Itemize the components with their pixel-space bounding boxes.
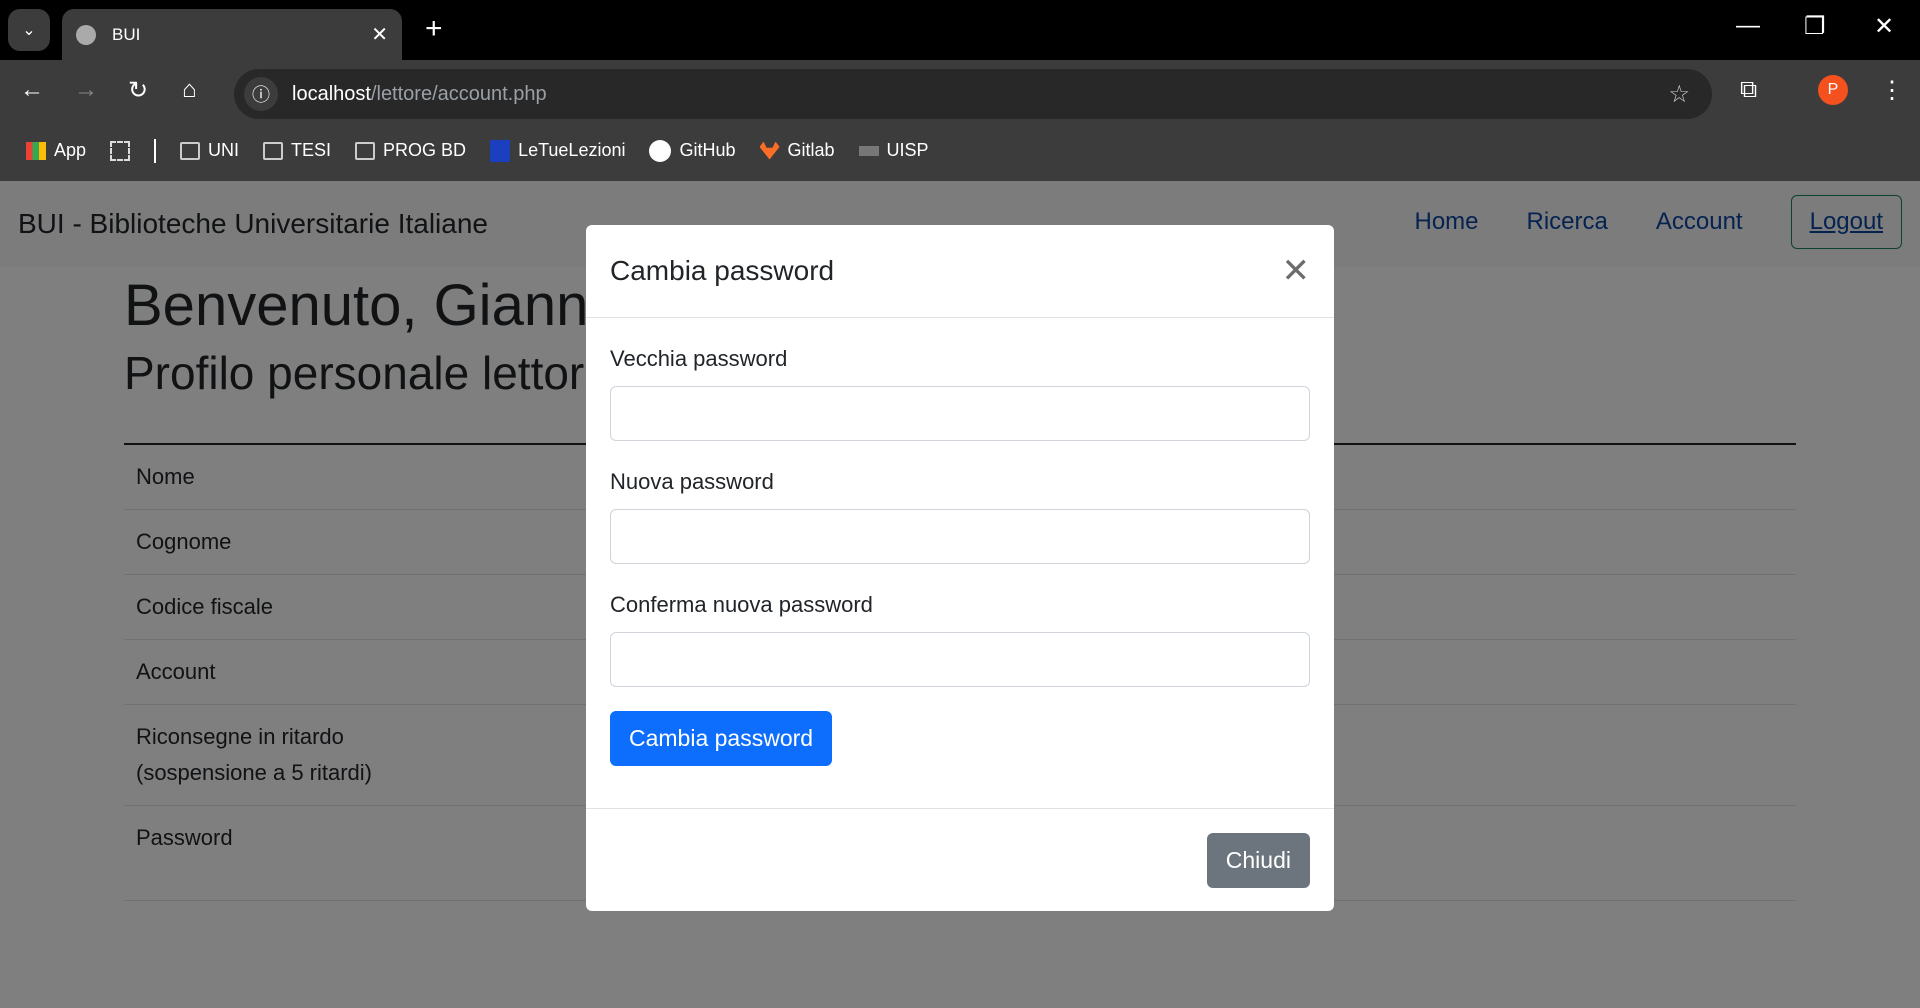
bookmarks-bar: App UNI TESI PROG BD LeTueLezioni GitHub… — [0, 120, 1920, 181]
change-password-modal: Cambia password ✕ Vecchia password Nuova… — [586, 225, 1334, 911]
letuelezioni-icon — [490, 139, 511, 162]
confirm-password-label: Conferma nuova password — [610, 592, 873, 617]
confirm-password-input[interactable] — [610, 632, 1310, 687]
globe-icon — [76, 24, 96, 45]
close-tab-icon[interactable]: ✕ — [371, 22, 388, 47]
bookmark-letuelezioni[interactable]: LeTueLezioni — [490, 139, 625, 162]
close-button[interactable]: Chiudi — [1206, 833, 1310, 888]
old-password-label: Vecchia password — [610, 346, 788, 371]
browser-tab-bar: ⌄ BUI ✕ + — ❐ ✕ — [0, 0, 1920, 60]
github-icon — [649, 139, 672, 162]
bookmark-star-icon[interactable]: ☆ — [1668, 80, 1690, 109]
uisp-icon — [858, 145, 879, 156]
bookmark-prog-bd[interactable]: PROG BD — [355, 140, 466, 161]
home-icon[interactable]: ⌂ — [182, 76, 197, 104]
site-info-icon[interactable]: ⓘ — [244, 77, 278, 111]
divider — [154, 138, 157, 163]
browser-toolbar: ← → ↻ ⌂ ⓘ localhost/lettore/account.php … — [0, 60, 1920, 120]
close-window-icon[interactable]: ✕ — [1874, 12, 1894, 41]
bookmark-github[interactable]: GitHub — [649, 139, 736, 162]
tab-groups-icon[interactable] — [110, 140, 131, 161]
menu-icon[interactable]: ⋮ — [1880, 76, 1904, 105]
address-bar[interactable]: ⓘ localhost/lettore/account.php ☆ — [234, 69, 1712, 119]
folder-icon — [263, 141, 284, 160]
forward-icon[interactable]: → — [74, 76, 98, 104]
back-icon[interactable]: ← — [20, 76, 44, 104]
restore-icon[interactable]: ❐ — [1804, 12, 1826, 41]
bookmark-tesi[interactable]: TESI — [263, 140, 331, 161]
change-password-button[interactable]: Cambia password — [610, 711, 833, 766]
bookmark-uni[interactable]: UNI — [180, 140, 239, 161]
tab-title: BUI — [112, 24, 141, 44]
browser-tab[interactable]: BUI ✕ — [62, 9, 402, 60]
new-password-label: Nuova password — [610, 469, 774, 494]
new-tab-icon[interactable]: + — [425, 12, 443, 46]
reload-icon[interactable]: ↻ — [128, 76, 148, 105]
new-password-input[interactable] — [610, 509, 1310, 564]
apps-grid-icon — [26, 141, 46, 160]
bookmark-app[interactable]: App — [26, 140, 86, 161]
bookmark-gitlab[interactable]: Gitlab — [759, 140, 835, 161]
gitlab-icon — [759, 141, 780, 160]
minimize-icon[interactable]: — — [1736, 12, 1760, 40]
extensions-icon[interactable]: ⧉ — [1740, 76, 1757, 104]
url-text[interactable]: localhost/lettore/account.php — [292, 83, 547, 106]
profile-avatar[interactable]: P — [1818, 75, 1848, 105]
old-password-input[interactable] — [610, 386, 1310, 441]
folder-icon — [355, 141, 376, 160]
tab-search-button[interactable]: ⌄ — [8, 9, 50, 51]
bookmark-uisp[interactable]: UISP — [858, 140, 929, 161]
modal-title: Cambia password — [610, 255, 835, 286]
close-icon[interactable]: ✕ — [1282, 251, 1311, 291]
folder-icon — [180, 141, 201, 160]
